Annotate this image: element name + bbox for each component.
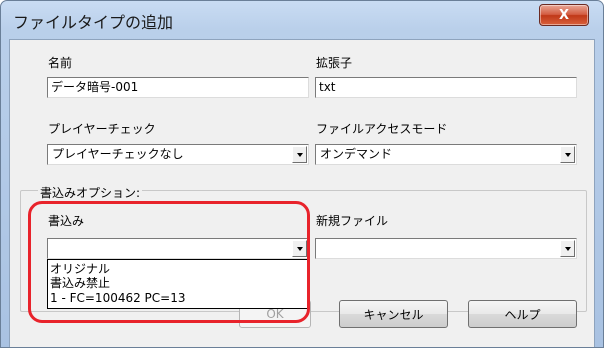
cancel-button[interactable]: キャンセル: [339, 300, 448, 328]
write-dropdown-list: オリジナル 書込み禁止 1 - FC=100462 PC=13: [47, 259, 309, 309]
write-label: 書込み: [48, 214, 85, 228]
access-mode-label: ファイルアクセスモード: [316, 122, 448, 136]
player-check-label: プレイヤーチェック: [48, 122, 156, 136]
new-file-label: 新規ファイル: [316, 214, 389, 228]
title-bar[interactable]: ファイルタイプの追加 X: [1, 1, 603, 39]
dropdown-option-fc[interactable]: 1 - FC=100462 PC=13: [50, 292, 186, 305]
chevron-down-icon: [564, 246, 571, 251]
dialog-window: ファイルタイプの追加 X 名前 データ暗号-001 拡張子 txt プレイヤーチ…: [0, 0, 604, 348]
close-button[interactable]: X: [539, 4, 589, 26]
name-label: 名前: [48, 56, 73, 70]
write-options-group-label: 書込みオプション:: [38, 184, 143, 201]
chevron-down-icon: [296, 152, 303, 157]
dialog-client-area: 名前 データ暗号-001 拡張子 txt プレイヤーチェック プレイヤーチェック…: [9, 39, 595, 347]
name-input[interactable]: データ暗号-001: [47, 77, 309, 98]
new-file-dropdown-button[interactable]: [560, 240, 575, 257]
close-icon: X: [558, 7, 570, 23]
dialog-title: ファイルタイプの追加: [13, 13, 174, 32]
player-check-select[interactable]: プレイヤーチェックなし: [47, 144, 309, 165]
dropdown-option-original[interactable]: オリジナル: [50, 263, 110, 276]
access-mode-select[interactable]: オンデマンド: [315, 144, 577, 165]
chevron-down-icon: [564, 152, 571, 157]
new-file-select[interactable]: [315, 238, 577, 259]
chevron-down-icon: [296, 246, 303, 251]
help-button[interactable]: ヘルプ: [468, 300, 577, 328]
write-dropdown-button[interactable]: [292, 240, 307, 257]
access-mode-dropdown-button[interactable]: [560, 146, 575, 163]
access-mode-value: オンデマンド: [320, 147, 393, 161]
dropdown-option-write-protected[interactable]: 書込み禁止: [50, 277, 110, 290]
player-check-value: プレイヤーチェックなし: [52, 147, 184, 161]
extension-input[interactable]: txt: [315, 77, 577, 98]
player-check-dropdown-button[interactable]: [292, 146, 307, 163]
write-select[interactable]: [47, 238, 309, 259]
extension-label: 拡張子: [316, 56, 353, 70]
